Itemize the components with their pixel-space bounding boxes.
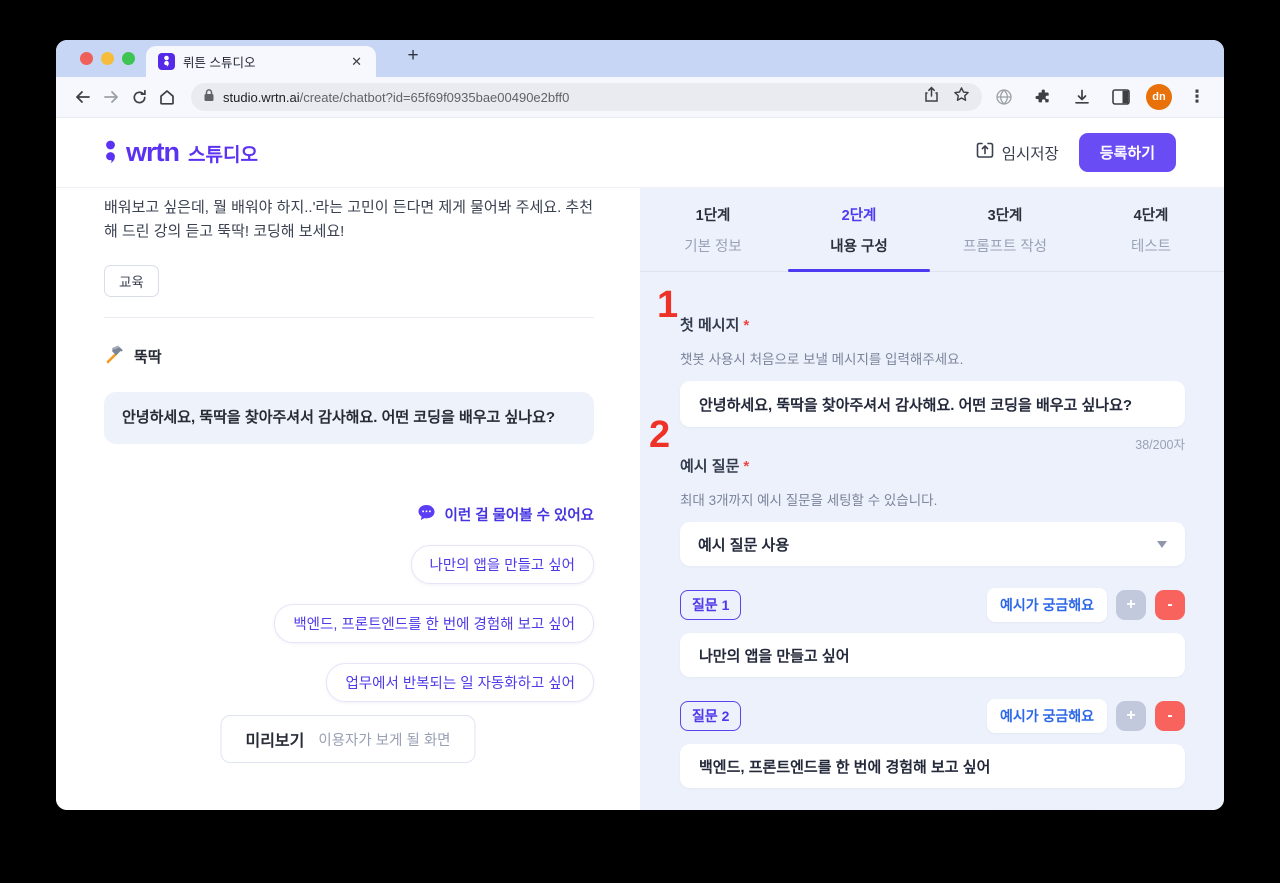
tab-title: 뤼튼 스튜디오: [183, 56, 256, 70]
tab-step-3[interactable]: 3단계 프롬프트 작성: [932, 204, 1078, 271]
profile-avatar[interactable]: dn: [1146, 84, 1172, 110]
first-message-label: 첫 메시지 *: [680, 317, 750, 334]
globe-icon: [990, 83, 1018, 111]
example-hint-button[interactable]: 예시가 궁금해요: [986, 699, 1107, 733]
suggestion-chip[interactable]: 업무에서 반복되는 일 자동화하고 싶어: [326, 663, 594, 703]
kebab-menu-icon[interactable]: ⋮: [1183, 83, 1211, 111]
add-question-button[interactable]: +: [1116, 701, 1146, 731]
question-row-1: 질문 1 예시가 궁금해요 + -: [680, 588, 1185, 622]
speech-bubble-icon: [417, 504, 436, 525]
suggestion-chip[interactable]: 나만의 앱을 만들고 싶어: [410, 545, 594, 585]
sidebar-toggle-icon[interactable]: [1107, 83, 1135, 111]
browser-toolbar: studio.wrtn.ai/create/chatbot?id=65f69f0…: [56, 77, 1224, 118]
chatbot-description: 배워보고 싶은데, 뭘 배워야 하지..'라는 고민이 든다면 제게 물어봐 주…: [104, 199, 594, 241]
preview-screen-button[interactable]: 미리보기 이용자가 보게 될 화면: [220, 715, 476, 763]
required-asterisk: *: [743, 458, 750, 475]
home-icon[interactable]: [153, 83, 181, 111]
temp-save-button[interactable]: 임시저장: [975, 140, 1059, 165]
example-question-select[interactable]: 예시 질문 사용: [680, 522, 1185, 566]
tab-step-2[interactable]: 2단계 내용 구성: [786, 204, 932, 272]
save-draft-icon: [975, 140, 995, 165]
example-question-label: 예시 질문 *: [680, 458, 750, 475]
logo-studio-label: 스튜디오: [188, 144, 258, 166]
browser-tab-bar: 뤼튼 스튜디오 ✕ +: [56, 40, 1224, 77]
logo-wordmark: wrtn: [126, 136, 180, 167]
divider: [104, 316, 594, 318]
bookmark-star-icon[interactable]: [953, 86, 970, 108]
traffic-lights: [80, 52, 135, 65]
tab-close-icon[interactable]: ✕: [349, 54, 364, 70]
first-message-input[interactable]: 안녕하세요, 뚝딱을 찾아주셔서 감사해요. 어떤 코딩을 배우고 싶나요?: [680, 381, 1185, 427]
browser-tab[interactable]: 뤼튼 스튜디오 ✕: [146, 46, 376, 77]
bot-name: 뚝딱: [134, 349, 162, 367]
char-counter: 38/200자: [1135, 438, 1185, 452]
app-header: wrtn 스튜디오 임시저장 등록하기: [56, 118, 1224, 188]
example-question-helper: 최대 3개까지 예시 질문을 세팅할 수 있습니다.: [680, 493, 938, 508]
question-badge: 질문 2: [680, 701, 742, 731]
wrtn-studio-logo[interactable]: wrtn 스튜디오: [104, 137, 258, 169]
annotation-number-1: 1: [657, 284, 679, 326]
chevron-down-icon: [1157, 540, 1167, 548]
forward-icon[interactable]: [97, 83, 125, 111]
tab-step-1[interactable]: 1단계 기본 정보: [640, 204, 786, 271]
example-hint-button[interactable]: 예시가 궁금해요: [986, 588, 1107, 622]
step-tabs: 1단계 기본 정보 2단계 내용 구성 3단계 프롬프트 작성 4단계 테스트: [640, 188, 1224, 272]
suggestion-chip[interactable]: 백엔드, 프론트엔드를 한 번에 경험해 보고 싶어: [274, 604, 594, 644]
preview-description: 이용자가 보게 될 화면: [318, 732, 451, 749]
bot-greeting-bubble: 안녕하세요, 뚝딱을 찾아주셔서 감사해요. 어떤 코딩을 배우고 싶나요?: [104, 391, 594, 445]
share-icon[interactable]: [924, 86, 939, 108]
question-badge: 질문 1: [680, 590, 742, 620]
address-bar[interactable]: studio.wrtn.ai/create/chatbot?id=65f69f0…: [191, 83, 982, 111]
question-input-1[interactable]: 나만의 앱을 만들고 싶어: [680, 633, 1185, 677]
register-button[interactable]: 등록하기: [1078, 133, 1176, 172]
category-tag: 교육: [104, 264, 159, 297]
question-input-2[interactable]: 백엔드, 프론트엔드를 한 번에 경험해 보고 싶어: [680, 744, 1185, 788]
back-icon[interactable]: [69, 83, 97, 111]
zoom-window-button[interactable]: [122, 52, 135, 65]
extensions-puzzle-icon[interactable]: [1029, 83, 1057, 111]
first-message-helper: 챗봇 사용시 처음으로 보낼 메시지를 입력해주세요.: [680, 352, 964, 367]
minimize-window-button[interactable]: [101, 52, 114, 65]
preview-label: 미리보기: [245, 733, 305, 750]
download-icon[interactable]: [1068, 83, 1096, 111]
screenshot-stage: 뤼튼 스튜디오 ✕ + studio.wrtn.ai/create/chatbo…: [0, 0, 1280, 883]
remove-question-button[interactable]: -: [1155, 701, 1185, 731]
wrtn-favicon-icon: [158, 53, 175, 70]
bot-name-row: 뚝딱: [104, 344, 594, 370]
add-question-button[interactable]: +: [1116, 590, 1146, 620]
hammer-icon: [104, 344, 125, 370]
question-row-2: 질문 2 예시가 궁금해요 + -: [680, 699, 1185, 733]
tab-step-4[interactable]: 4단계 테스트: [1078, 204, 1224, 271]
remove-question-button[interactable]: -: [1155, 590, 1185, 620]
url-text: studio.wrtn.ai/create/chatbot?id=65f69f0…: [223, 89, 570, 105]
toolbar-right-group: dn ⋮: [990, 83, 1211, 111]
suggestions-title-row: 이런 걸 물어볼 수 있어요: [417, 504, 594, 525]
chatbot-preview-panel: 배워보고 싶은데, 뭘 배워야 하지..'라는 고민이 든다면 제게 물어봐 주…: [56, 188, 640, 810]
lock-icon[interactable]: [203, 88, 215, 107]
close-window-button[interactable]: [80, 52, 93, 65]
main-content: 배워보고 싶은데, 뭘 배워야 하지..'라는 고민이 든다면 제게 물어봐 주…: [56, 188, 1224, 810]
reload-icon[interactable]: [125, 83, 153, 111]
required-asterisk: *: [743, 317, 750, 334]
annotation-number-2: 2: [649, 414, 671, 456]
builder-form-panel: 1 2 1단계 기본 정보 2단계 내용 구성 3단계 프롬프트 작성 4단계 …: [640, 188, 1224, 810]
wrtn-colon-icon: [104, 137, 117, 169]
new-tab-button[interactable]: +: [400, 45, 426, 67]
browser-window: 뤼튼 스튜디오 ✕ + studio.wrtn.ai/create/chatbo…: [56, 40, 1224, 810]
content-form: 첫 메시지 * 챗봇 사용시 처음으로 보낼 메시지를 입력해주세요. 안녕하세요…: [640, 272, 1224, 810]
suggestions-title: 이런 걸 물어볼 수 있어요: [444, 508, 594, 525]
